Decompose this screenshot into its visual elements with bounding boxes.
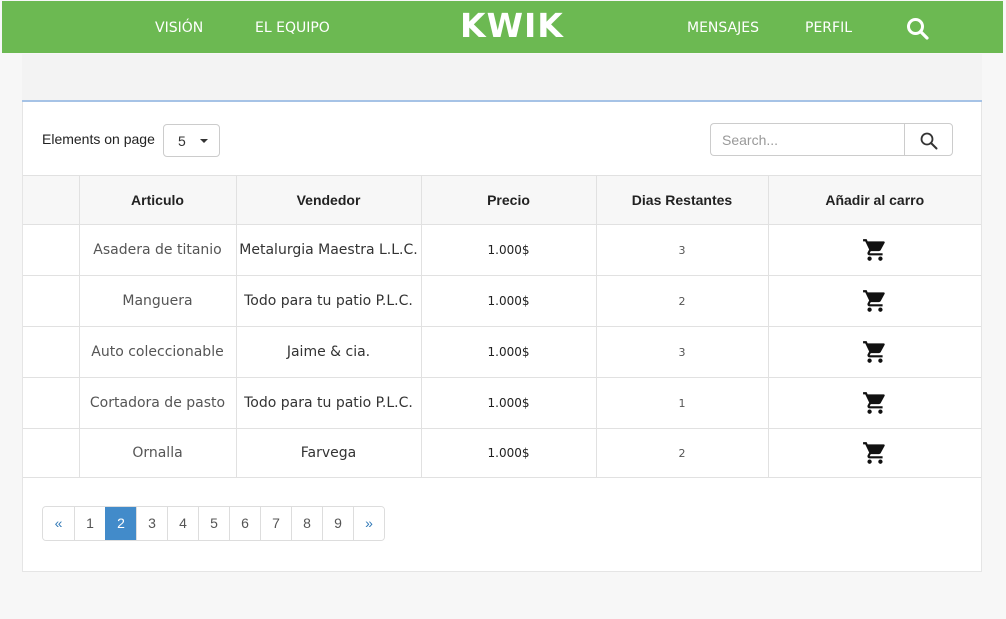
dias-cell: 3 [595, 224, 769, 276]
precio-cell: 1.000$ [420, 275, 597, 327]
cart-icon[interactable] [862, 288, 888, 314]
table-row: Asadera de titanio Metalurgia Maestra L.… [23, 224, 981, 276]
pagination-page-8[interactable]: 8 [291, 507, 322, 540]
search-button[interactable] [904, 123, 953, 156]
top-navbar: VISIÓN EL EQUIPO KWIK MENSAJES PERFIL [2, 1, 1003, 53]
table-row: Auto coleccionable Jaime & cia. 1.000$ 3 [23, 326, 981, 378]
vendedor-cell: Todo para tu patio P.L.C. [235, 377, 422, 429]
elements-per-page-select[interactable]: 5 [163, 124, 220, 157]
articulo-cell: Ornalla [78, 428, 237, 478]
caret-down-icon [200, 139, 208, 143]
header-anadir-al-carro: Añadir al carro [767, 175, 981, 225]
pagination-prev[interactable]: « [43, 507, 74, 540]
precio-cell: 1.000$ [420, 428, 597, 478]
cart-icon[interactable] [862, 339, 888, 365]
pagination-page-2[interactable]: 2 [105, 507, 136, 540]
nav-link-perfil[interactable]: PERFIL [805, 1, 852, 53]
row-blank-cell [23, 428, 80, 478]
search-icon[interactable] [906, 17, 930, 41]
header-precio[interactable]: Precio [420, 175, 597, 225]
product-table-panel: Elements on page 5 Articulo Vendedor Pre… [22, 102, 982, 572]
pagination-page-9[interactable]: 9 [322, 507, 353, 540]
pagination-page-3[interactable]: 3 [136, 507, 167, 540]
vendedor-cell: Metalurgia Maestra L.L.C. [235, 224, 422, 276]
articulo-cell: Manguera [78, 275, 237, 327]
add-to-cart-cell [767, 377, 981, 429]
search-input[interactable] [710, 123, 905, 156]
dias-cell: 3 [595, 326, 769, 378]
table-search [710, 123, 953, 156]
products-table: Articulo Vendedor Precio Dias Restantes … [23, 175, 981, 478]
cart-icon[interactable] [862, 390, 888, 416]
vendedor-cell: Todo para tu patio P.L.C. [235, 275, 422, 327]
header-vendedor[interactable]: Vendedor [235, 175, 422, 225]
pagination-page-1[interactable]: 1 [74, 507, 105, 540]
row-blank-cell [23, 326, 80, 378]
table-row: Cortadora de pasto Todo para tu patio P.… [23, 377, 981, 429]
brand-logo[interactable]: KWIK [460, 6, 564, 45]
add-to-cart-cell [767, 428, 981, 478]
dias-cell: 2 [595, 428, 769, 478]
header-blank [23, 175, 80, 225]
elements-per-page-value: 5 [178, 133, 186, 149]
add-to-cart-cell [767, 326, 981, 378]
cart-icon[interactable] [862, 440, 888, 466]
nav-link-vision[interactable]: VISIÓN [155, 1, 203, 53]
articulo-cell: Auto coleccionable [78, 326, 237, 378]
precio-cell: 1.000$ [420, 377, 597, 429]
vendedor-cell: Farvega [235, 428, 422, 478]
precio-cell: 1.000$ [420, 224, 597, 276]
nav-link-el-equipo[interactable]: EL EQUIPO [255, 1, 330, 53]
dias-cell: 2 [595, 275, 769, 327]
pagination-page-7[interactable]: 7 [260, 507, 291, 540]
header-articulo[interactable]: Articulo [78, 175, 237, 225]
cart-icon[interactable] [862, 237, 888, 263]
table-row: Manguera Todo para tu patio P.L.C. 1.000… [23, 275, 981, 327]
precio-cell: 1.000$ [420, 326, 597, 378]
pagination-page-6[interactable]: 6 [229, 507, 260, 540]
row-blank-cell [23, 377, 80, 429]
pagination-page-4[interactable]: 4 [167, 507, 198, 540]
dias-cell: 1 [595, 377, 769, 429]
vendedor-cell: Jaime & cia. [235, 326, 422, 378]
row-blank-cell [23, 224, 80, 276]
pagination: « 1 2 3 4 5 6 7 8 9 » [42, 506, 385, 541]
table-header-row: Articulo Vendedor Precio Dias Restantes … [23, 175, 981, 225]
pagination-page-5[interactable]: 5 [198, 507, 229, 540]
add-to-cart-cell [767, 224, 981, 276]
articulo-cell: Asadera de titanio [78, 224, 237, 276]
elements-on-page-label: Elements on page [42, 131, 155, 147]
pagination-next[interactable]: » [353, 507, 384, 540]
add-to-cart-cell [767, 275, 981, 327]
header-band [22, 54, 982, 102]
nav-link-mensajes[interactable]: MENSAJES [687, 1, 759, 53]
row-blank-cell [23, 275, 80, 327]
table-row: Ornalla Farvega 1.000$ 2 [23, 428, 981, 478]
header-dias-restantes[interactable]: Dias Restantes [595, 175, 769, 225]
articulo-cell: Cortadora de pasto [78, 377, 237, 429]
search-icon [920, 132, 938, 150]
